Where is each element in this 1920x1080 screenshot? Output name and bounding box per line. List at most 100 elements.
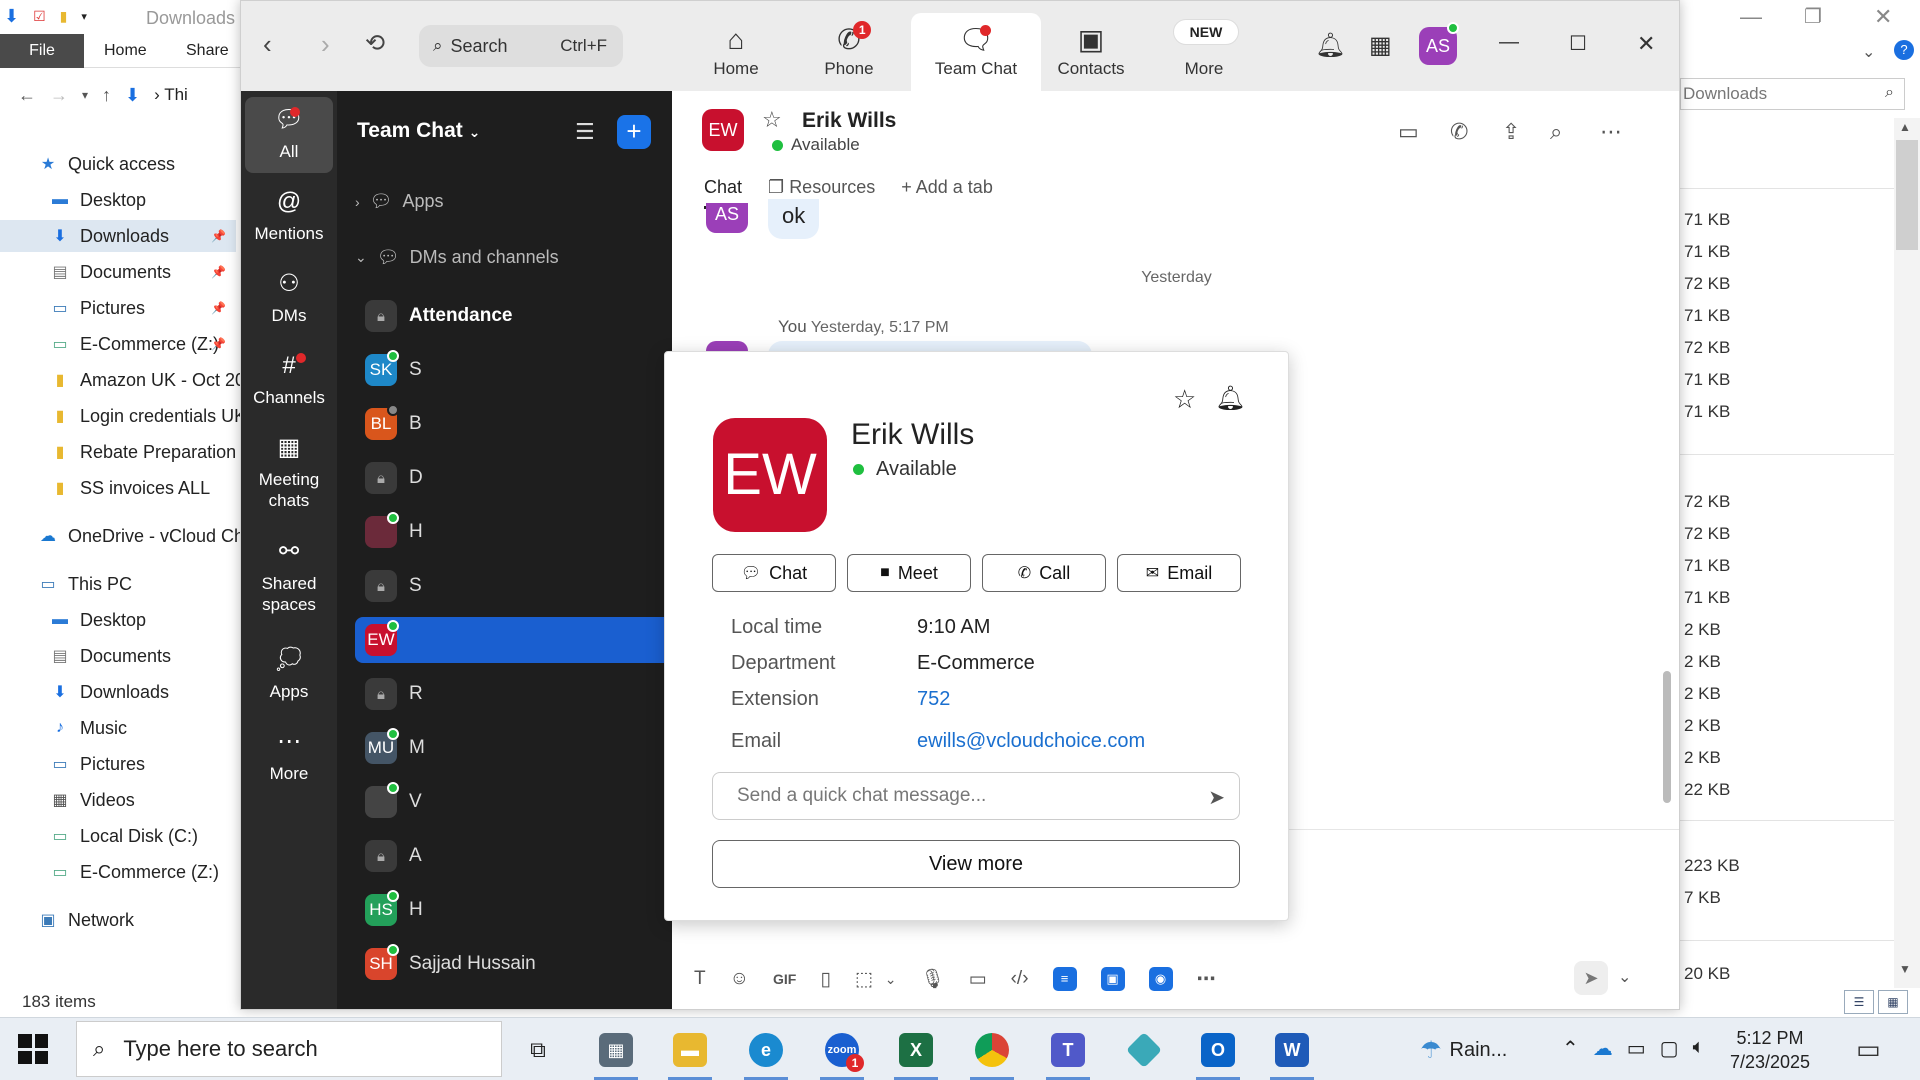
tree-item-ss-invoices[interactable]: ▮ SS invoices ALL xyxy=(48,472,240,504)
contact-name[interactable]: Erik Wills xyxy=(802,109,896,133)
filter-icon[interactable]: ☰ xyxy=(575,119,595,145)
message-bubble[interactable]: ok xyxy=(768,199,820,239)
rail-item-shared-spaces[interactable]: ⚯ Shared spaces xyxy=(245,533,333,623)
chat-app-icon[interactable]: ▣ xyxy=(1100,967,1125,991)
star-icon[interactable]: ☆ xyxy=(1173,384,1196,415)
back-arrow-icon[interactable]: ← xyxy=(18,85,36,106)
message-avatar[interactable]: AS xyxy=(706,203,748,233)
recent-chevron-icon[interactable]: ▾ xyxy=(82,88,88,102)
new-chat-button[interactable]: + xyxy=(617,115,651,149)
channel-row[interactable]: 🔒︎ S xyxy=(355,563,673,609)
chat-scroll-thumb[interactable] xyxy=(1663,671,1671,803)
up-arrow-icon[interactable]: ↑ xyxy=(102,85,111,106)
close-icon[interactable]: ✕ xyxy=(1874,4,1892,30)
more-icon[interactable]: ⋯ xyxy=(1197,968,1216,991)
rail-item-meeting-chats[interactable]: ▦ Meeting chats xyxy=(245,429,333,519)
more-options-icon[interactable]: ⋯ xyxy=(1600,119,1622,145)
weather-widget[interactable]: ☂ Rain... xyxy=(1420,1036,1507,1065)
channel-row[interactable]: 🔒︎ D xyxy=(355,455,673,501)
chevron-down-icon[interactable]: ⌄ xyxy=(1618,967,1631,987)
excel-icon[interactable]: X xyxy=(894,1028,938,1080)
doc-app-icon[interactable]: ≡ xyxy=(1052,967,1077,991)
edge-icon[interactable]: e xyxy=(744,1028,788,1080)
tree-item-network[interactable]: ▣ Network xyxy=(36,904,272,936)
email-button[interactable]: ✉ Email xyxy=(1117,554,1241,592)
windows-start-icon[interactable] xyxy=(18,1034,48,1064)
zoom-app-icon[interactable]: zoom 1 xyxy=(820,1028,864,1080)
forward-icon[interactable]: › xyxy=(321,29,330,60)
tree-item-documents[interactable]: ▤ Documents 📌 xyxy=(48,256,236,288)
send-icon[interactable]: ➤ xyxy=(1574,961,1608,995)
file-icon[interactable]: ▯ xyxy=(820,968,830,991)
history-icon[interactable]: ⟲ xyxy=(365,29,385,58)
restore-icon[interactable]: ❐ xyxy=(1804,4,1822,29)
task-view-icon[interactable]: ⧉ xyxy=(516,1028,560,1072)
tree-item-this-pc[interactable]: ▭ This PC xyxy=(36,568,272,600)
meet-button[interactable]: ■ Meet xyxy=(847,554,971,592)
rail-item-all[interactable]: 💬︎ All xyxy=(245,97,333,173)
channel-row[interactable]: H xyxy=(355,509,673,555)
chevron-down-icon[interactable]: ⌄ xyxy=(1862,42,1875,62)
notification-icon[interactable]: ▭ xyxy=(1856,1034,1881,1065)
download-icon[interactable]: ⬇ xyxy=(4,6,19,27)
zoom-search-box[interactable]: ⌕ Search Ctrl+F xyxy=(419,25,623,67)
word-icon[interactable]: W xyxy=(1270,1028,1314,1080)
bell-icon[interactable]: 🔔︎ xyxy=(1215,384,1245,413)
back-icon[interactable]: ‹ xyxy=(263,29,272,60)
phone-icon[interactable]: ✆ xyxy=(1450,119,1468,145)
folder-icon[interactable]: ▮ xyxy=(60,8,68,25)
extension-link[interactable]: 752 xyxy=(917,688,950,711)
large-icons-view-icon[interactable]: ▦ xyxy=(1878,990,1908,1014)
tab-team-chat[interactable]: 🗨 Team Chat xyxy=(911,13,1041,91)
user-avatar[interactable]: AS xyxy=(1419,22,1459,65)
share-screen-icon[interactable]: ⇪ xyxy=(1502,119,1520,145)
help-icon[interactable]: ? xyxy=(1894,40,1914,60)
rail-item-mentions[interactable]: @ Mentions xyxy=(245,179,333,255)
calculator-icon[interactable]: ▦ xyxy=(594,1028,638,1080)
ribbon-tab-share[interactable]: Share xyxy=(186,42,229,60)
channel-row[interactable]: MU M xyxy=(355,725,673,771)
channel-row[interactable]: BL B xyxy=(355,401,673,447)
contact-avatar[interactable]: EW xyxy=(702,109,744,151)
channel-row[interactable]: 🔒︎ Attendance xyxy=(355,293,673,339)
channel-row[interactable]: SH Sajjad Hussain xyxy=(355,941,673,987)
taskbar-clock[interactable]: 5:12 PM 7/23/2025 xyxy=(1720,1026,1820,1074)
tab-home[interactable]: ⌂ Home xyxy=(671,13,801,91)
channel-row[interactable]: 🔒︎ A xyxy=(355,833,673,879)
channel-row[interactable]: HS H xyxy=(355,887,673,933)
bell-icon[interactable]: 🔔︎ xyxy=(1315,31,1345,60)
channel-row[interactable]: V xyxy=(355,779,673,825)
tree-item-quick-access[interactable]: ★ Quick access xyxy=(36,148,272,180)
tree-item-rebate-preparation[interactable]: ▮ Rebate Preparation xyxy=(48,436,240,468)
explorer-scroll-thumb[interactable] xyxy=(1896,140,1918,250)
onedrive-icon[interactable]: ☁ xyxy=(1593,1036,1613,1061)
tree-item-pictures[interactable]: ▭ Pictures 📌 xyxy=(48,292,236,324)
network-icon[interactable]: ▢ xyxy=(1660,1036,1679,1061)
teams-icon[interactable]: T xyxy=(1046,1028,1090,1080)
scroll-down-icon[interactable]: ▼ xyxy=(1899,962,1911,976)
zoom-app-icon[interactable]: ◉ xyxy=(1148,967,1173,991)
file-explorer-icon[interactable]: ▬ xyxy=(668,1028,712,1080)
screenshot-icon[interactable]: ⬚ xyxy=(855,968,873,991)
tree-item-amazon-uk[interactable]: ▮ Amazon UK - Oct 20 xyxy=(48,364,240,396)
video-message-icon[interactable]: ▭ xyxy=(969,968,987,991)
format-text-icon[interactable]: T xyxy=(694,968,706,990)
rail-item-apps[interactable]: 💭︎ Apps xyxy=(245,637,333,713)
gif-icon[interactable]: GIF xyxy=(773,971,796,987)
channel-row[interactable]: SK S xyxy=(355,347,673,393)
email-link[interactable]: ewills@vcloudchoice.com xyxy=(917,730,1145,753)
minimize-icon[interactable]: — xyxy=(1499,31,1519,54)
view-more-button[interactable]: View more xyxy=(712,840,1240,888)
ribbon-tab-home[interactable]: Home xyxy=(104,42,147,60)
chevron-down-icon[interactable]: ⌄ xyxy=(885,971,897,988)
code-icon[interactable]: ‹/› xyxy=(1011,968,1029,990)
tab-add[interactable]: + Add a tab xyxy=(901,177,993,209)
close-icon[interactable]: ✕ xyxy=(1637,31,1655,57)
channel-row[interactable]: 🔒︎ R xyxy=(355,671,673,717)
channel-row[interactable]: EW xyxy=(355,617,673,663)
ribbon-tab-file[interactable]: File xyxy=(0,34,84,68)
properties-icon[interactable]: ☑ xyxy=(33,8,46,25)
send-icon[interactable]: ➤ xyxy=(1208,785,1225,810)
outlook-icon[interactable]: O xyxy=(1196,1028,1240,1080)
chevron-down-icon[interactable]: ▾ xyxy=(81,10,87,23)
